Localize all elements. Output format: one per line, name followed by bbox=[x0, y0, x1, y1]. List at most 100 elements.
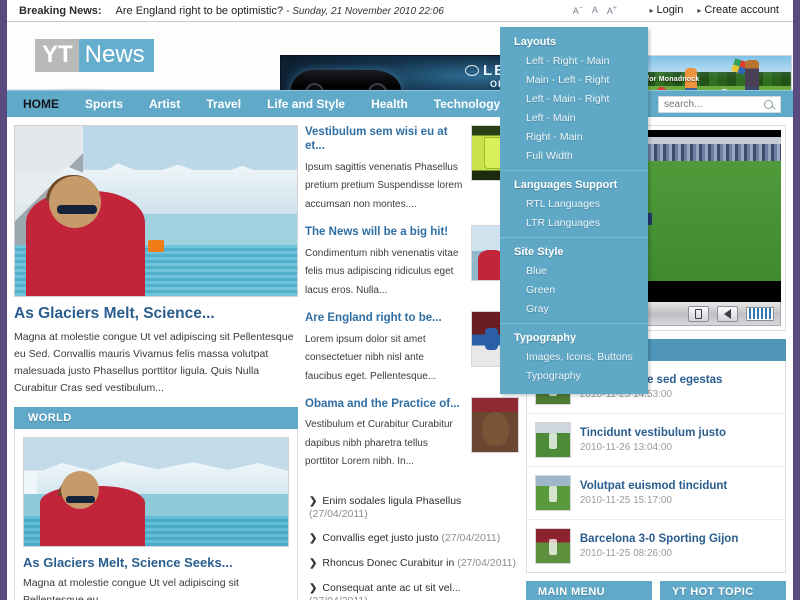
popular-item-date: 2010-11-25 15:17:00 bbox=[579, 495, 672, 506]
popular-thumbnail[interactable] bbox=[534, 475, 571, 511]
article-excerpt: Ipsum sagittis venenatis Phasellus preti… bbox=[305, 161, 463, 210]
list-item: ❯ Consequat ante ac ut sit vel... (27/04/… bbox=[309, 576, 519, 600]
article-title[interactable]: The News will be a big hit! bbox=[305, 225, 464, 239]
head-shape bbox=[60, 471, 99, 510]
article-title[interactable]: Vestibulum sem wisi eu at et... bbox=[305, 125, 464, 154]
world-list-title[interactable]: Rhoncus Donec Curabitur in bbox=[322, 557, 454, 569]
dropdown-group-layouts: Layouts Left - Right - Main Main - Left … bbox=[500, 33, 648, 166]
font-reset-button[interactable]: A bbox=[592, 5, 598, 15]
article-title[interactable]: Are England right to be... bbox=[305, 311, 464, 325]
search-input[interactable] bbox=[659, 99, 759, 110]
list-item: Are England right to be... Lorem ipsum d… bbox=[305, 311, 519, 384]
article-excerpt: Vestibulum et Curabitur Curabitur dapibu… bbox=[305, 419, 453, 468]
list-item: Volutpat euismod tincidunt 2010-11-25 15… bbox=[526, 466, 785, 519]
list-item: Vestibulum sem wisi eu at et... Ipsum sa… bbox=[305, 125, 519, 212]
dropdown-item-left-main[interactable]: Left - Main bbox=[500, 109, 648, 128]
world-article-image[interactable] bbox=[23, 437, 289, 547]
article-text: The News will be a big hit! Condimentum … bbox=[305, 225, 464, 298]
world-list-date: (27/04/2011) bbox=[441, 532, 501, 545]
head-shape bbox=[48, 176, 101, 228]
create-account-link[interactable]: Create account bbox=[697, 4, 779, 16]
dropdown-item-images-icons-buttons[interactable]: Images, Icons, Buttons bbox=[500, 348, 648, 367]
screen-icon bbox=[694, 308, 702, 319]
popular-item-date: 2010-11-26 13:04:00 bbox=[579, 442, 672, 453]
logo-news-text: News bbox=[78, 39, 154, 72]
breaking-news-date: - Sunday, 21 November 2010 22:06 bbox=[286, 5, 444, 17]
search-box[interactable] bbox=[658, 96, 781, 113]
world-list-date: (27/04/2011) bbox=[309, 507, 368, 520]
nav-item-home[interactable]: HOME bbox=[7, 91, 72, 117]
popular-item-title[interactable]: Barcelona 3-0 Sporting Gijon bbox=[580, 533, 738, 545]
dropdown-group-site-style: Site Style Blue Green Gray bbox=[500, 237, 648, 319]
dropdown-item-left-main-right[interactable]: Left - Main - Right bbox=[500, 90, 648, 109]
dropdown-item-green[interactable]: Green bbox=[500, 281, 648, 300]
popular-item-text: Tincidunt vestibulum justo 2010-11-26 13… bbox=[580, 427, 726, 453]
lexus-logo-icon bbox=[464, 65, 479, 76]
list-item: ❯ Convallis eget justo justo (27/04/2011) bbox=[309, 526, 519, 551]
world-section-body: As Glaciers Melt, Science Seeks... Magna… bbox=[14, 429, 298, 600]
world-article-title[interactable]: As Glaciers Melt, Science Seeks... bbox=[23, 555, 289, 570]
list-item: Obama and the Practice of... Vestibulum … bbox=[305, 397, 519, 470]
main-menu-header: MAIN MENU bbox=[525, 581, 652, 600]
list-item: Tincidunt vestibulum justo 2010-11-26 13… bbox=[526, 413, 785, 466]
world-list-title[interactable]: Enim sodales ligula Phasellus bbox=[322, 495, 461, 507]
main-navigation: HOME Sports Artist Travel Life and Style… bbox=[7, 90, 793, 117]
left-column: As Glaciers Melt, Science... Magna at mo… bbox=[14, 125, 298, 600]
world-list-date: (27/04/2011) bbox=[457, 557, 516, 570]
popular-item-title[interactable]: Volutpat euismod tincidunt bbox=[580, 480, 727, 492]
popular-thumbnail[interactable] bbox=[534, 422, 571, 458]
dropdown-item-rtl-languages[interactable]: RTL Languages bbox=[500, 195, 648, 214]
feature-article-image[interactable] bbox=[14, 125, 298, 297]
dropdown-item-typography[interactable]: Typography bbox=[500, 367, 648, 386]
screen-button[interactable] bbox=[687, 305, 709, 322]
breaking-news-headline[interactable]: Are England right to be optimistic? - Su… bbox=[116, 5, 444, 17]
dropdown-group-typography: Typography Images, Icons, Buttons Typogr… bbox=[500, 323, 648, 386]
world-list-date: (27/04/2011) bbox=[309, 595, 368, 600]
article-text: Vestibulum sem wisi eu at et... Ipsum sa… bbox=[305, 125, 464, 212]
world-list-title[interactable]: Consequat ante ac ut sit vel... bbox=[322, 582, 460, 594]
dropdown-item-ltr-languages[interactable]: LTR Languages bbox=[500, 214, 648, 233]
features-dropdown-menu: Layouts Left - Right - Main Main - Left … bbox=[500, 27, 648, 394]
chevron-right-icon: ❯ bbox=[309, 583, 318, 595]
breaking-news-headline-text: Are England right to be optimistic? bbox=[115, 4, 284, 17]
dropdown-group-title: Languages Support bbox=[514, 179, 618, 191]
nav-item-life-and-style[interactable]: Life and Style bbox=[254, 91, 358, 117]
font-decrease-button[interactable]: A− bbox=[573, 5, 583, 16]
world-section-header: WORLD bbox=[14, 407, 298, 429]
obama-thumbnail[interactable] bbox=[470, 397, 519, 453]
nav-item-sports[interactable]: Sports bbox=[72, 91, 136, 117]
dropdown-item-blue[interactable]: Blue bbox=[500, 262, 648, 281]
level-meter[interactable] bbox=[745, 306, 774, 321]
dropdown-item-gray[interactable]: Gray bbox=[500, 300, 648, 319]
feature-article-title[interactable]: As Glaciers Melt, Science... bbox=[14, 305, 298, 323]
feature-article-body: Magna at molestie congue Ut vel adipisci… bbox=[14, 331, 294, 394]
font-increase-button[interactable]: A+ bbox=[607, 5, 617, 16]
volume-button[interactable] bbox=[716, 305, 738, 322]
chevron-right-icon: ❯ bbox=[309, 533, 318, 545]
dropdown-item-main-left-right[interactable]: Main - Left - Right bbox=[500, 71, 648, 90]
dropdown-item-full-width[interactable]: Full Width bbox=[500, 147, 648, 166]
article-text: Are England right to be... Lorem ipsum d… bbox=[305, 311, 464, 384]
login-link[interactable]: Login bbox=[649, 4, 683, 16]
world-news-list: ❯ Enim sodales ligula Phasellus (27/04/20… bbox=[305, 483, 519, 600]
middle-column: Vestibulum sem wisi eu at et... Ipsum sa… bbox=[305, 125, 519, 600]
world-list-title[interactable]: Convallis eget justo justo bbox=[322, 532, 438, 544]
nav-item-artist[interactable]: Artist bbox=[136, 91, 193, 117]
popular-item-title[interactable]: Tincidunt vestibulum justo bbox=[580, 427, 726, 439]
list-item: ❯ Rhoncus Donec Curabitur in (27/04/2011) bbox=[309, 551, 519, 576]
site-logo[interactable]: YT News bbox=[35, 39, 154, 72]
nav-item-travel[interactable]: Travel bbox=[193, 91, 254, 117]
dropdown-item-right-main[interactable]: Right - Main bbox=[500, 128, 648, 147]
article-excerpt: Lorem ipsum dolor sit amet consectetuer … bbox=[305, 333, 437, 382]
article-title[interactable]: Obama and the Practice of... bbox=[305, 397, 464, 411]
chevron-right-icon: ❯ bbox=[309, 495, 318, 507]
search-icon[interactable] bbox=[763, 98, 777, 112]
nav-item-health[interactable]: Health bbox=[358, 91, 421, 117]
dropdown-item-left-right-main[interactable]: Left - Right - Main bbox=[500, 52, 648, 71]
dropdown-group-title: Layouts bbox=[514, 36, 557, 48]
popular-thumbnail[interactable] bbox=[534, 528, 571, 564]
article-excerpt: Condimentum nibh venenatis vitae felis m… bbox=[305, 247, 459, 296]
popular-item-text: Volutpat euismod tincidunt 2010-11-25 15… bbox=[580, 480, 727, 506]
list-item: The News will be a big hit! Condimentum … bbox=[305, 225, 519, 298]
popular-item-date: 2010-11-25 08:26:00 bbox=[579, 548, 672, 559]
